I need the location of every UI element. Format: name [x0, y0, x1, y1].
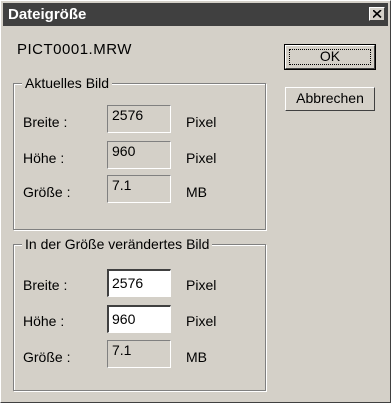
resized-size-unit: MB [186, 349, 207, 365]
current-width-label: Breite : [23, 114, 68, 130]
file-size-dialog: Dateigröße PICT0001.MRW Aktuelles Bild B… [0, 0, 391, 403]
resized-size-label: Größe : [23, 349, 71, 365]
resized-image-group-label: In der Größe verändertes Bild [22, 235, 213, 253]
resized-width-label: Breite : [23, 277, 68, 293]
resized-width-unit: Pixel [186, 277, 217, 293]
resized-width-input[interactable]: 2576 [107, 269, 171, 297]
current-height-field: 960 [107, 141, 171, 169]
current-size-field: 7.1 [107, 175, 171, 203]
resized-height-unit: Pixel [186, 313, 217, 329]
close-button[interactable] [369, 7, 385, 21]
file-name: PICT0001.MRW [17, 41, 132, 58]
current-image-group-label: Aktuelles Bild [22, 74, 113, 92]
window-title: Dateigröße [8, 6, 87, 23]
current-height-unit: Pixel [186, 150, 217, 166]
current-size-unit: MB [186, 184, 207, 200]
close-icon [373, 10, 382, 18]
resized-image-group: In der Größe verändertes Bild Breite : 2… [13, 235, 266, 391]
cancel-button[interactable]: Abbrechen [285, 87, 375, 111]
title-bar[interactable]: Dateigröße [3, 3, 388, 26]
cancel-button-label: Abbrechen [296, 90, 364, 106]
resized-height-input[interactable]: 960 [107, 305, 171, 333]
resized-size-field: 7.1 [107, 340, 171, 368]
current-size-label: Größe : [23, 184, 71, 200]
current-image-group: Aktuelles Bild Breite : 2576 Pixel Höhe … [13, 74, 266, 230]
ok-button[interactable]: OK [284, 44, 376, 70]
current-width-field: 2576 [107, 105, 171, 133]
ok-button-label: OK [319, 48, 341, 64]
resized-height-label: Höhe : [23, 313, 65, 329]
current-height-label: Höhe : [23, 150, 65, 166]
current-width-unit: Pixel [186, 114, 217, 130]
